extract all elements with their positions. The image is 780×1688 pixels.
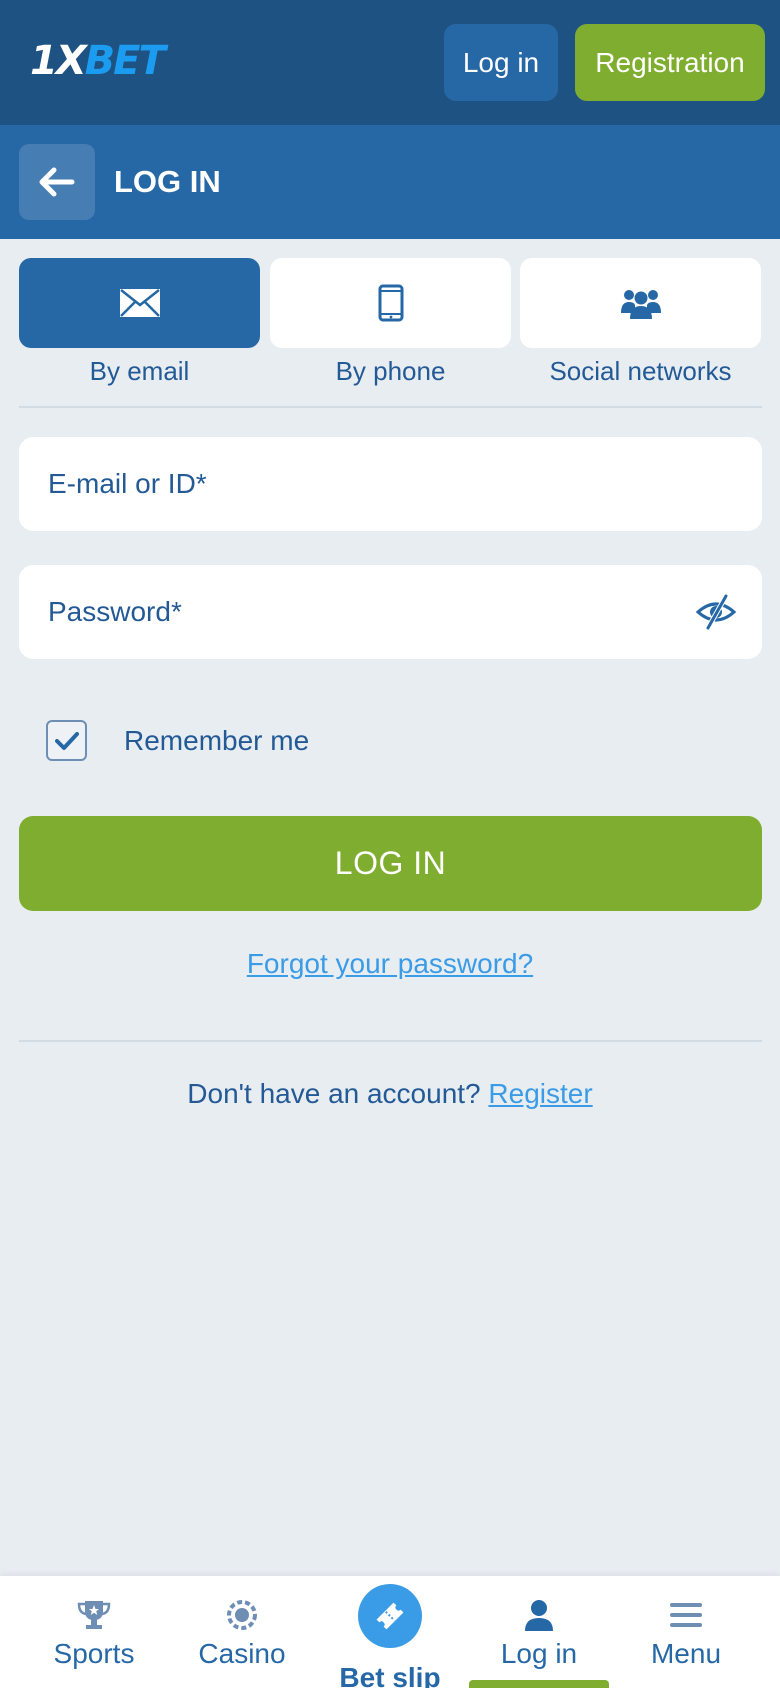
nav-login[interactable]: Log in [465, 1576, 613, 1688]
phone-icon [378, 284, 403, 322]
password-input[interactable] [19, 565, 762, 659]
register-link[interactable]: Register [488, 1078, 592, 1109]
user-icon [525, 1600, 553, 1631]
remember-me-label[interactable]: Remember me [124, 720, 309, 761]
nav-casino-label: Casino [198, 1638, 286, 1669]
casino-chip-icon [227, 1600, 257, 1630]
tab-by-email-label: By email [89, 356, 190, 386]
nav-betslip-label[interactable]: Bet slip [315, 1662, 465, 1688]
arrow-left-icon [39, 167, 75, 197]
brand-logo[interactable]: 1XBET [30, 40, 166, 82]
users-icon [620, 290, 661, 319]
login-submit-button[interactable]: LOG IN [19, 816, 762, 911]
nav-login-label: Log in [500, 1638, 578, 1669]
bottom-navigation: Sports Casino Bet slip Log in Menu [0, 1576, 780, 1688]
remember-me-checkbox[interactable] [46, 720, 87, 761]
tab-social-networks-label: Social networks [549, 356, 732, 386]
password-field[interactable] [19, 565, 762, 659]
header-registration-button[interactable]: Registration [575, 24, 765, 101]
top-header: 1XBET Log in Registration [0, 0, 780, 125]
nav-sports-label: Sports [53, 1638, 135, 1669]
footer-divider [19, 1040, 762, 1042]
forgot-password-row: Forgot your password? [0, 948, 780, 980]
checkmark-icon [54, 731, 79, 750]
tab-social-networks[interactable] [520, 258, 761, 348]
tab-by-phone-label: By phone [335, 356, 446, 386]
tab-by-email[interactable] [19, 258, 260, 348]
forgot-password-link[interactable]: Forgot your password? [247, 948, 533, 979]
nav-sports[interactable]: Sports [20, 1576, 168, 1688]
eye-off-icon[interactable] [696, 592, 736, 632]
register-row: Don't have an account? Register [0, 1078, 780, 1110]
page-title: LOG IN [114, 164, 221, 199]
back-button[interactable] [19, 144, 95, 220]
header-login-button[interactable]: Log in [444, 24, 558, 101]
tab-by-phone[interactable] [270, 258, 511, 348]
trophy-icon [77, 1601, 111, 1629]
envelope-icon [119, 289, 160, 317]
tabs-divider [19, 406, 762, 408]
nav-menu-label: Menu [650, 1638, 722, 1669]
email-input[interactable] [19, 437, 762, 531]
nav-active-indicator [469, 1680, 609, 1688]
ticket-icon [376, 1602, 404, 1630]
email-field[interactable] [19, 437, 762, 531]
hamburger-icon [670, 1603, 702, 1627]
page-title-bar: LOG IN [0, 125, 780, 239]
nav-betslip-button[interactable] [358, 1584, 422, 1648]
nav-menu[interactable]: Menu [612, 1576, 760, 1688]
nav-casino[interactable]: Casino [168, 1576, 316, 1688]
no-account-text: Don't have an account? [187, 1078, 481, 1109]
